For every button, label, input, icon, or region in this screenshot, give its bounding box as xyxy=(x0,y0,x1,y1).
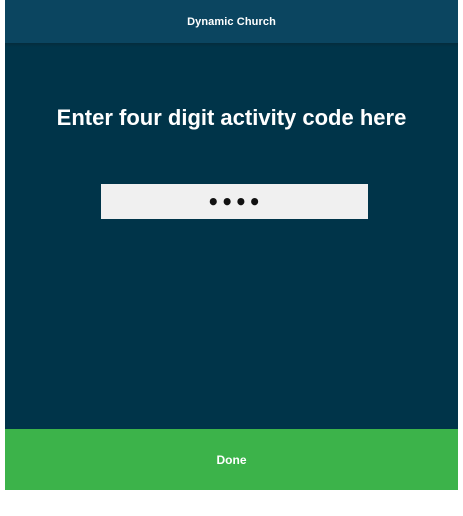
top-bar-divider xyxy=(5,43,458,47)
app-title: Dynamic Church xyxy=(187,15,276,28)
done-button[interactable]: Done xyxy=(5,429,458,490)
activity-code-input[interactable] xyxy=(101,184,368,219)
app-window: Dynamic Church Enter four digit activity… xyxy=(5,0,458,490)
top-bar: Dynamic Church xyxy=(5,0,458,43)
activity-code-prompt: Enter four digit activity code here xyxy=(56,105,407,130)
